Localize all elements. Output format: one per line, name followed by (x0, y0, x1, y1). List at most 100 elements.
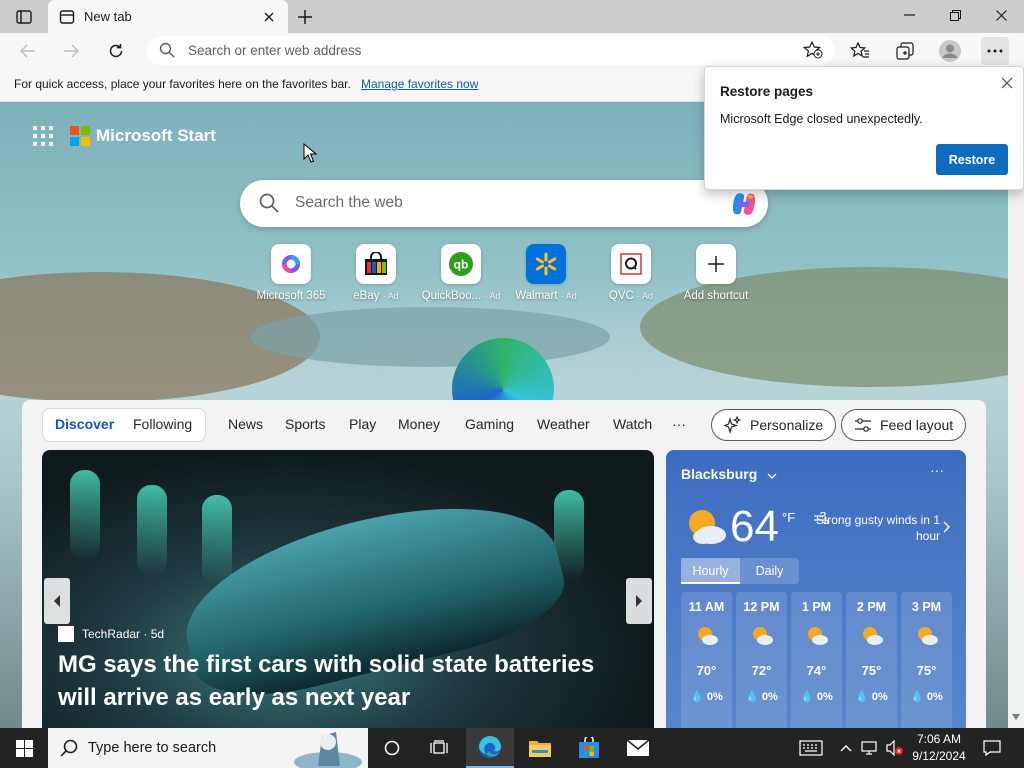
partly-cloudy-icon (689, 510, 726, 544)
hero-article-card[interactable]: TechRadar · 5d MG says the first cars wi… (42, 450, 654, 728)
microsoft-start-logo[interactable]: Microsoft Start (70, 126, 216, 146)
article-headline[interactable]: MG says the first cars with solid state … (58, 648, 638, 714)
taskbar-edge[interactable] (466, 728, 514, 768)
news-feed: Discover Following News Sports Play Mone… (22, 400, 986, 728)
shortcut-ad-tag: · Ad (382, 291, 399, 301)
shortcut-qvc[interactable]: QVC · Ad (588, 244, 674, 302)
clock-date: 9/12/2024 (912, 749, 966, 763)
chevron-right-icon (943, 521, 950, 533)
ebay-icon (365, 252, 387, 275)
tab-title: New tab (84, 9, 132, 24)
address-bar[interactable]: Search or enter web address (147, 36, 835, 65)
personalize-button[interactable]: Personalize (711, 409, 837, 441)
action-center-button[interactable] (976, 728, 1008, 768)
shortcut-ad-tag: · Ad (560, 291, 577, 301)
shortcut-quickbooks[interactable]: qb QuickBoo... · Ad (418, 244, 504, 302)
partly-cloudy-icon (917, 627, 938, 645)
forward-button[interactable] (57, 37, 85, 65)
carousel-prev-button[interactable] (44, 578, 70, 624)
manage-favorites-link[interactable]: Manage favorites now (361, 77, 478, 91)
shortcut-label: QuickBoo... (421, 290, 482, 302)
network-button[interactable] (858, 728, 882, 768)
qvc-icon (620, 253, 642, 275)
address-placeholder: Search or enter web address (188, 43, 362, 58)
feed-layout-button[interactable]: Feed layout (841, 409, 967, 441)
input-indicator-button[interactable] (796, 728, 826, 768)
tab-hourly[interactable]: Hourly (681, 558, 740, 584)
task-view-button[interactable] (419, 728, 459, 768)
walmart-icon (535, 252, 557, 276)
settings-and-more-button[interactable] (981, 37, 1009, 65)
restore-dialog-close-button[interactable] (999, 75, 1015, 91)
weather-alert[interactable]: Strong gusty winds in 1 hour (814, 512, 940, 544)
app-launcher-button[interactable] (33, 126, 53, 146)
forecast-precip: 0% (816, 691, 833, 703)
edge-icon (479, 736, 501, 758)
tab-actions-button[interactable] (10, 6, 38, 28)
tab-gaming[interactable]: Gaming (465, 416, 514, 432)
taskbar-mail[interactable] (614, 728, 662, 768)
new-tab-favicon-icon (59, 9, 75, 30)
search-icon (259, 193, 279, 218)
tab-daily[interactable]: Daily (740, 558, 799, 584)
weather-temperature: 64 (730, 502, 779, 551)
weather-location[interactable]: Blacksburg (681, 466, 777, 482)
refresh-button[interactable] (102, 37, 130, 65)
tab-new-tab[interactable]: New tab (48, 0, 288, 33)
show-hidden-icons-button[interactable] (836, 728, 856, 768)
restore-button[interactable]: Restore (936, 144, 1008, 175)
web-search-box[interactable]: Search the web (240, 180, 768, 227)
weather-more-button[interactable]: ··· (930, 462, 944, 478)
tab-money[interactable]: Money (398, 416, 440, 432)
forecast-hour: 12 PM 72° 💧 0% (736, 592, 787, 728)
restore-pages-dialog: Restore pages Microsoft Edge closed unex… (704, 66, 1024, 190)
partly-cloudy-icon (807, 627, 828, 645)
weather-card[interactable]: Blacksburg ··· 64 °F Strong gusty winds … (666, 450, 966, 728)
profile-button[interactable] (936, 37, 964, 65)
volume-button[interactable] (884, 728, 906, 768)
carousel-next-button[interactable] (626, 578, 652, 624)
notification-icon (983, 740, 1001, 756)
shortcut-add[interactable]: Add shortcut (673, 244, 759, 302)
taskbar-microsoft-store[interactable] (565, 728, 613, 768)
favorites-button[interactable] (846, 37, 874, 65)
network-icon (861, 741, 877, 755)
tab-close-button[interactable] (260, 8, 278, 26)
raindrop-icon: 💧 (690, 691, 704, 703)
add-favorite-icon[interactable] (802, 40, 823, 64)
article-source: TechRadar · 5d (58, 626, 164, 642)
feed-more-tabs[interactable]: ··· (672, 416, 686, 432)
minimize-button[interactable] (886, 0, 932, 30)
copilot-button[interactable] (728, 188, 760, 220)
folder-icon (529, 741, 551, 757)
forecast-hour: 1 PM 74° 💧 0% (791, 592, 842, 728)
forecast-temp: 72° (751, 663, 772, 678)
web-search-placeholder: Search the web (295, 194, 403, 211)
close-icon (264, 12, 274, 22)
tab-weather[interactable]: Weather (537, 416, 590, 432)
shortcut-microsoft-365[interactable]: Microsoft 365 (248, 244, 334, 302)
tab-play[interactable]: Play (349, 416, 376, 432)
tab-discover[interactable]: Discover (55, 416, 114, 432)
forecast-temp: 75° (861, 663, 882, 678)
collections-button[interactable] (891, 37, 919, 65)
search-highlight-illustration (294, 732, 362, 768)
taskbar-file-explorer[interactable] (516, 728, 564, 768)
taskbar-search-box[interactable]: Type here to search (48, 728, 368, 768)
weather-unit: °F (782, 510, 796, 525)
tab-following[interactable]: Following (133, 416, 192, 432)
page-scrollbar[interactable] (1008, 102, 1024, 728)
restore-window-button[interactable] (932, 0, 978, 30)
tab-news[interactable]: News (228, 416, 263, 432)
cortana-button[interactable] (372, 728, 412, 768)
tab-sports[interactable]: Sports (285, 416, 325, 432)
tab-watch[interactable]: Watch (613, 416, 652, 432)
shortcut-ebay[interactable]: eBay · Ad (333, 244, 419, 302)
new-tab-button[interactable] (293, 5, 317, 29)
mail-icon (626, 739, 650, 756)
close-window-button[interactable] (978, 0, 1024, 30)
start-button[interactable] (0, 728, 48, 768)
back-button[interactable] (14, 37, 42, 65)
taskbar-clock[interactable]: 7:06 AM 9/12/2024 (908, 731, 970, 765)
shortcut-walmart[interactable]: Walmart · Ad (503, 244, 589, 302)
